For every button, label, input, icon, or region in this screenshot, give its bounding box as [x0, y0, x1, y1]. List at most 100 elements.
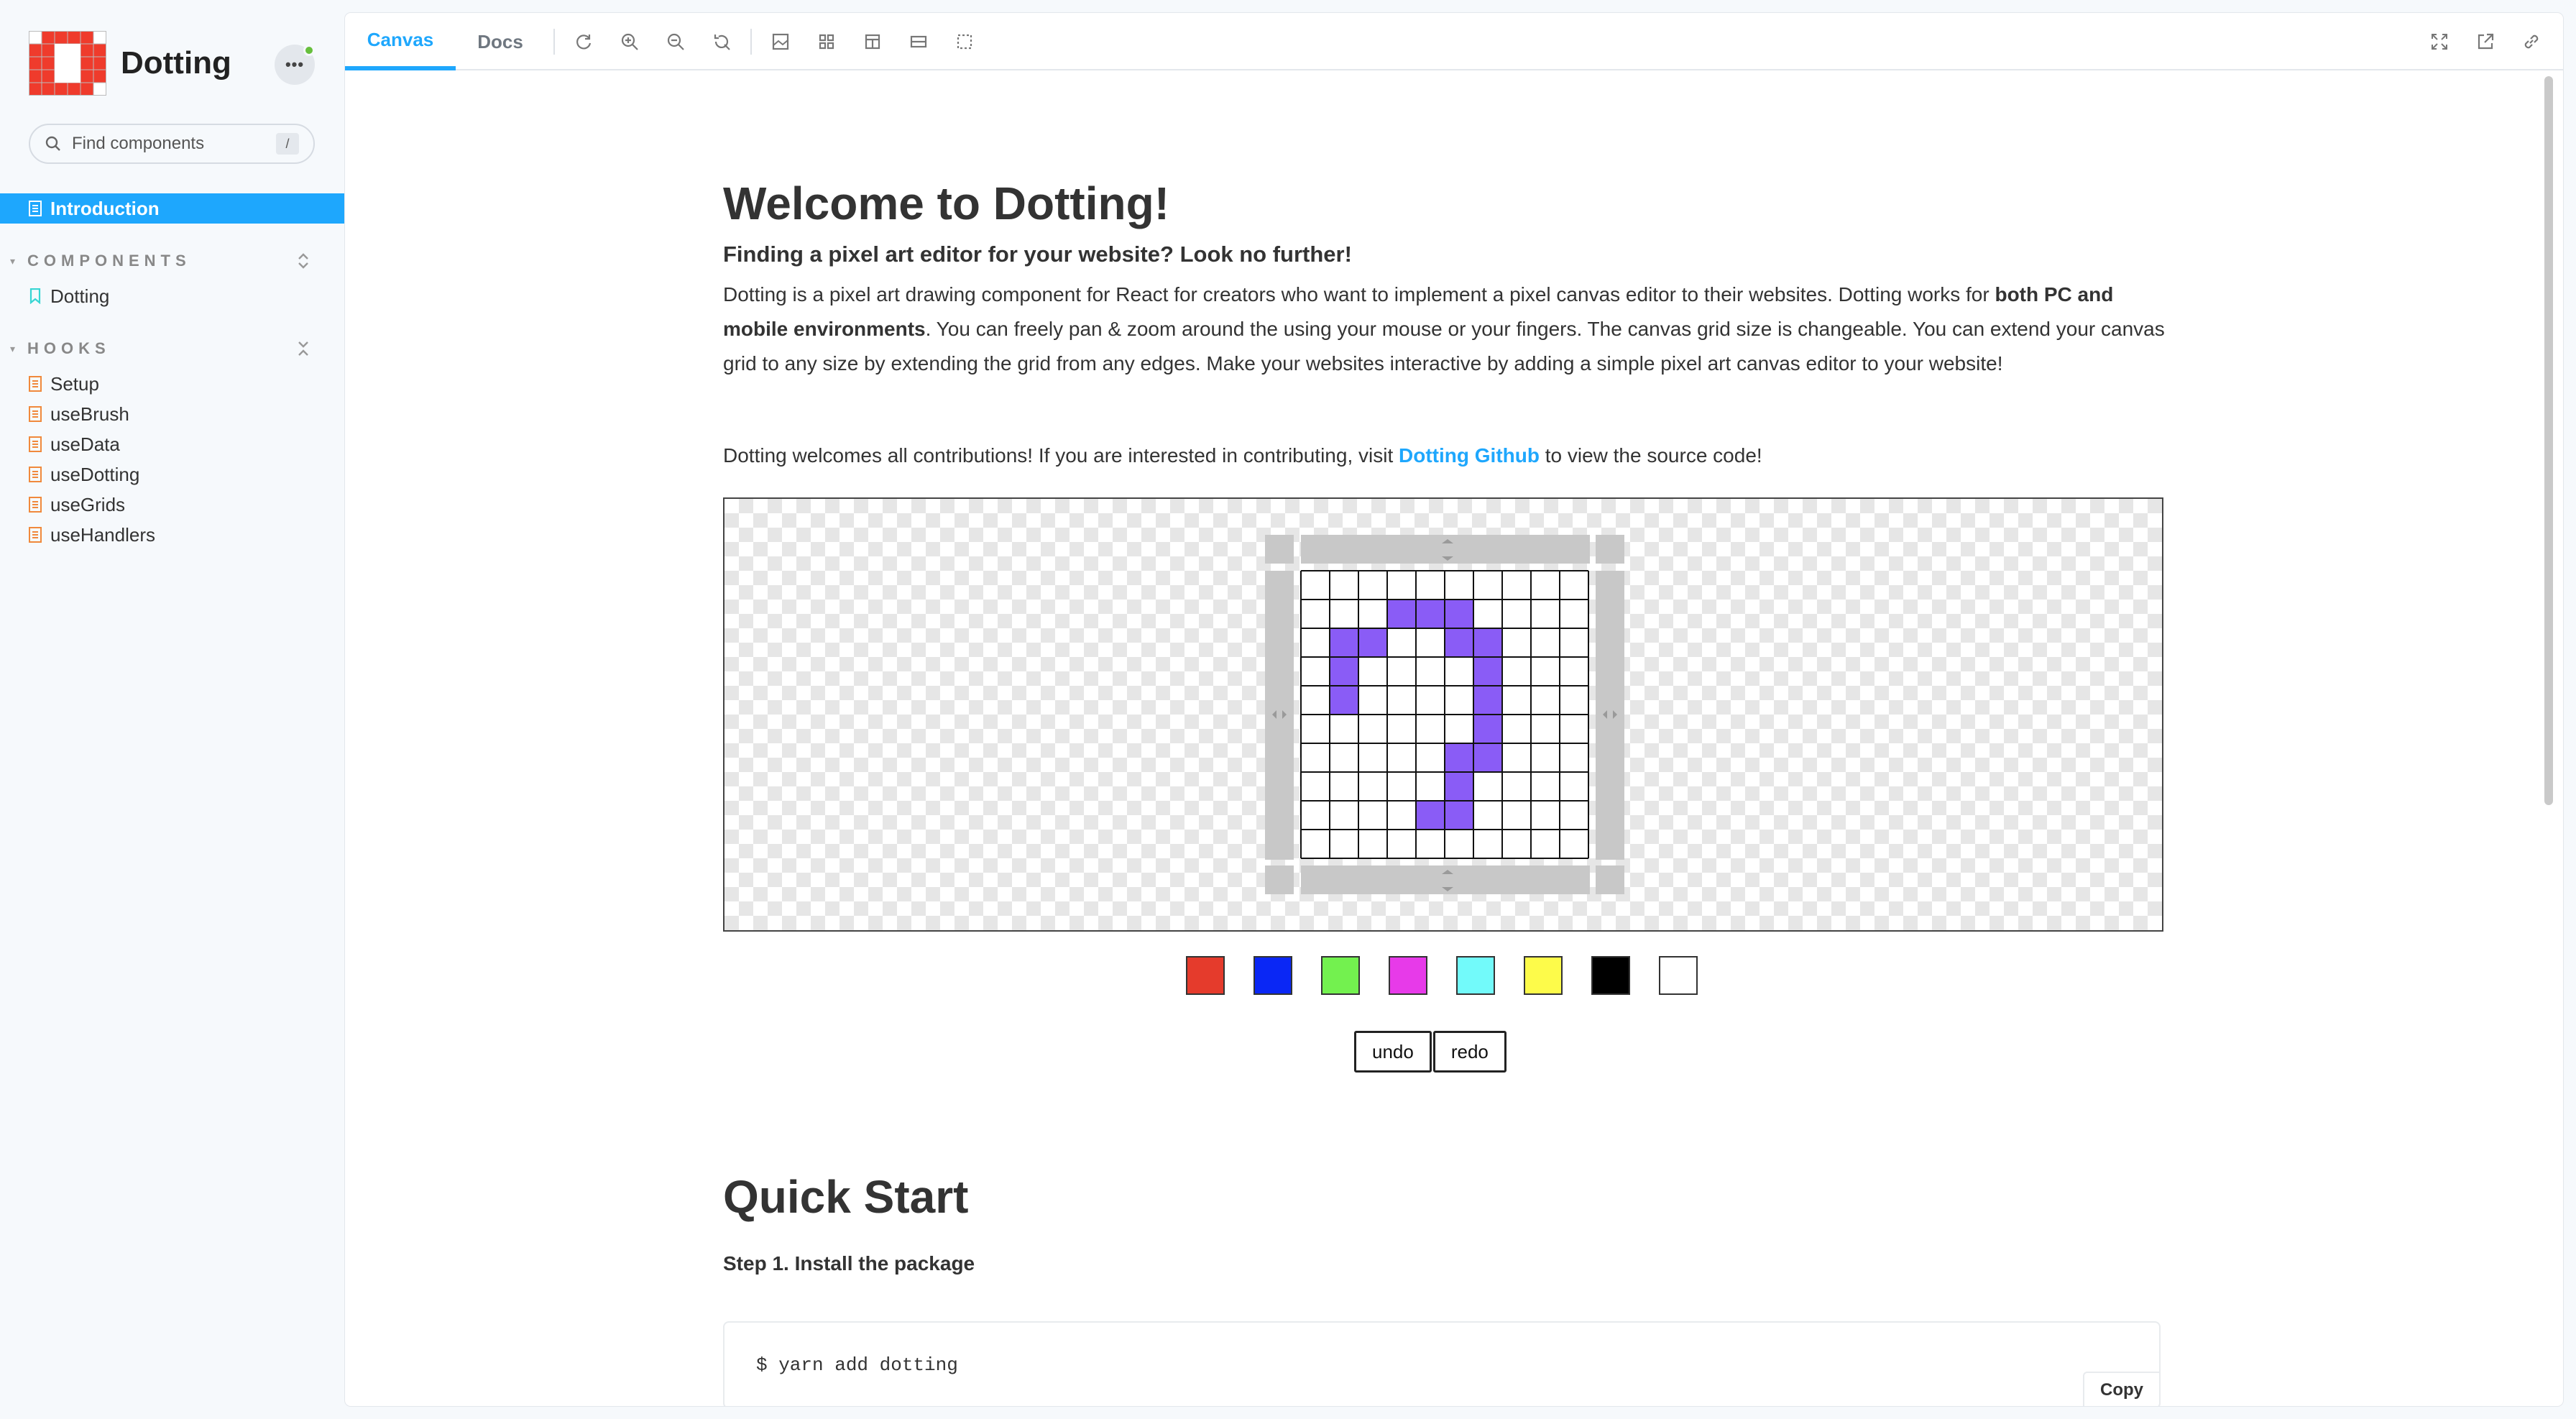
grid-icon[interactable]	[816, 32, 837, 52]
grid-extender-left[interactable]	[1265, 571, 1294, 860]
zoom-in-icon[interactable]	[620, 32, 640, 52]
toolbar-divider	[553, 29, 555, 55]
expand-icon[interactable]	[295, 252, 312, 270]
pixel-editor[interactable]	[724, 499, 2165, 933]
dotting-logo-icon	[29, 31, 106, 96]
document-icon	[29, 527, 42, 543]
filled-pixel[interactable]	[1387, 600, 1416, 628]
undo-button[interactable]: undo	[1354, 1031, 1432, 1073]
sidebar-item-label: useHandlers	[50, 523, 155, 546]
sidebar-item-label: Introduction	[50, 197, 160, 219]
collapse-icon[interactable]	[295, 339, 312, 358]
color-swatch[interactable]	[1659, 956, 1698, 995]
sidebar-item-dotting[interactable]: Dotting	[29, 282, 109, 311]
sidebar-item-usedata[interactable]: useData	[29, 430, 120, 459]
intro-paragraph: Dotting is a pixel art drawing component…	[723, 283, 2165, 375]
sidebar-item-label: Dotting	[50, 285, 110, 307]
fullscreen-icon[interactable]	[2429, 32, 2450, 52]
scrollbar[interactable]	[2544, 76, 2553, 805]
filled-pixel[interactable]	[1445, 600, 1473, 628]
zoom-out-icon[interactable]	[666, 32, 686, 52]
bookmark-icon	[29, 288, 41, 304]
sidebar-item-label: useBrush	[50, 403, 129, 425]
corner-handle[interactable]	[1596, 535, 1624, 564]
color-swatch[interactable]	[1321, 956, 1360, 995]
corner-handle[interactable]	[1596, 865, 1624, 894]
color-palette	[1186, 956, 1698, 995]
document-icon	[29, 201, 42, 216]
corner-handle[interactable]	[1265, 535, 1294, 564]
filled-pixel[interactable]	[1445, 772, 1473, 801]
redo-button[interactable]: redo	[1432, 1031, 1506, 1073]
document-icon	[29, 376, 42, 392]
filled-pixel[interactable]	[1416, 801, 1445, 830]
step-1-label: Step 1. Install the package	[723, 1252, 975, 1275]
sidebar-item-usehandlers[interactable]: useHandlers	[29, 520, 155, 549]
brand[interactable]: Dotting	[29, 29, 231, 98]
sidebar-item-label: useGrids	[50, 493, 126, 515]
reset-zoom-icon[interactable]	[712, 32, 732, 52]
sidebar-item-label: useData	[50, 433, 120, 455]
document-icon	[29, 436, 42, 452]
measure-icon[interactable]	[862, 32, 883, 52]
open-new-tab-icon[interactable]	[2475, 32, 2496, 52]
document-icon	[29, 497, 42, 513]
page-subtitle: Finding a pixel art editor for your webs…	[723, 242, 1352, 267]
grid-extender-right[interactable]	[1596, 571, 1624, 860]
copy-link-icon[interactable]	[2521, 32, 2542, 52]
caret-down-icon: ▾	[10, 254, 16, 267]
viewport-icon[interactable]	[954, 32, 975, 52]
section-title: COMPONENTS	[27, 252, 191, 270]
github-link[interactable]: Dotting Github	[1399, 444, 1540, 467]
dotting-canvas[interactable]	[723, 497, 2163, 932]
search-input[interactable]: Find components /	[29, 124, 315, 164]
sidebar-item-setup[interactable]: Setup	[29, 369, 99, 398]
sidebar-item-usegrids[interactable]: useGrids	[29, 490, 125, 519]
filled-pixel[interactable]	[1445, 801, 1473, 830]
filled-pixel[interactable]	[1445, 628, 1473, 657]
toolbar: Canvas Docs	[345, 13, 2563, 70]
filled-pixel[interactable]	[1473, 686, 1502, 715]
tab-docs[interactable]: Docs	[456, 13, 545, 70]
color-swatch[interactable]	[1254, 956, 1292, 995]
grid-extender-top[interactable]	[1301, 535, 1590, 564]
filled-pixel[interactable]	[1330, 628, 1358, 657]
filled-pixel[interactable]	[1473, 628, 1502, 657]
color-swatch[interactable]	[1389, 956, 1427, 995]
grid-extender-bottom[interactable]	[1301, 865, 1590, 894]
filled-pixel[interactable]	[1473, 657, 1502, 686]
color-swatch[interactable]	[1186, 956, 1225, 995]
tab-canvas[interactable]: Canvas	[345, 13, 456, 70]
color-swatch[interactable]	[1591, 956, 1630, 995]
color-swatch[interactable]	[1456, 956, 1495, 995]
caret-down-icon: ▾	[10, 342, 16, 354]
page-title: Welcome to Dotting!	[723, 178, 1169, 229]
filled-pixel[interactable]	[1473, 743, 1502, 772]
background-icon[interactable]	[770, 32, 791, 52]
reload-icon[interactable]	[574, 32, 594, 52]
filled-pixel[interactable]	[1445, 743, 1473, 772]
sidebar-item-usedotting[interactable]: useDotting	[29, 460, 139, 489]
filled-pixel[interactable]	[1330, 657, 1358, 686]
more-menu-button[interactable]: •••	[275, 45, 315, 85]
outline-icon[interactable]	[908, 32, 929, 52]
filled-pixel[interactable]	[1330, 686, 1358, 715]
sidebar-item-label: useDotting	[50, 463, 140, 485]
section-title: HOOKS	[27, 339, 111, 357]
brand-name: Dotting	[121, 45, 231, 81]
sidebar-item-introduction[interactable]: Introduction	[0, 193, 345, 224]
quickstart-heading: Quick Start	[723, 1171, 969, 1223]
filled-pixel[interactable]	[1358, 628, 1387, 657]
filled-pixel[interactable]	[1473, 715, 1502, 743]
color-swatch[interactable]	[1524, 956, 1563, 995]
sidebar-item-usebrush[interactable]: useBrush	[29, 400, 129, 428]
install-command[interactable]: $ yarn add dotting	[756, 1354, 958, 1376]
sidebar-item-label: Setup	[50, 372, 99, 395]
filled-pixel[interactable]	[1416, 600, 1445, 628]
section-components[interactable]: ▾ COMPONENTS	[10, 252, 312, 270]
status-dot	[303, 45, 315, 56]
section-hooks[interactable]: ▾ HOOKS	[10, 339, 312, 358]
copy-button[interactable]: Copy	[2083, 1372, 2161, 1406]
toolbar-divider	[750, 29, 752, 55]
corner-handle[interactable]	[1265, 865, 1294, 894]
